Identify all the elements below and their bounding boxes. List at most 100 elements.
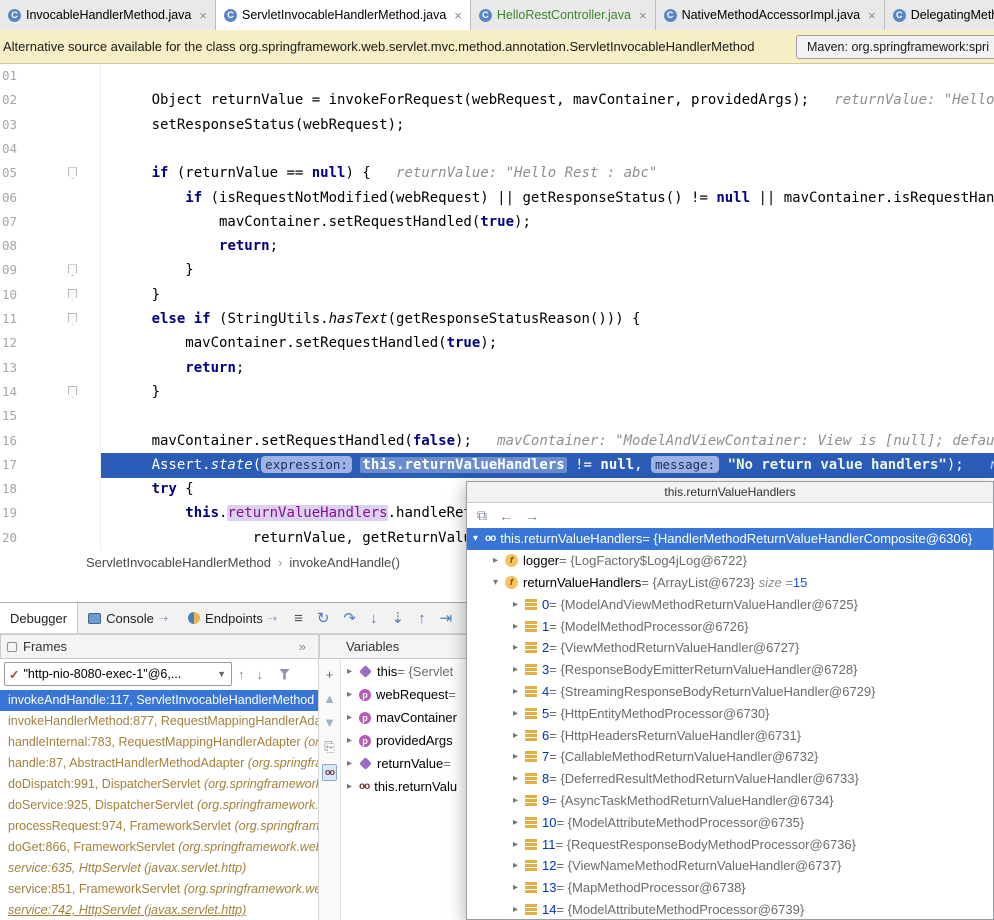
add-watch-icon[interactable]: + [326,668,334,681]
chevron-right-icon[interactable]: ▸ [513,686,525,697]
chevron-down-icon[interactable]: ▾ [493,577,505,588]
step-into-icon[interactable]: ↓ [370,611,378,626]
history-forward-icon[interactable]: → [525,508,539,524]
chevron-right-icon[interactable]: ▸ [513,795,525,806]
stack-frame-row[interactable]: doDispatch:991, DispatcherServlet (org.s… [0,774,319,795]
editor-tab[interactable]: CDelegatingMethodAccessorImpl.java× [885,0,994,30]
popup-tree-row[interactable]: ▸1 = {ModelMethodProcessor@6726} [467,615,993,637]
code-text[interactable]: mavContainer.setRequestHandled(false); m… [101,429,994,454]
stack-frame-row[interactable]: invokeAndHandle:117, ServletInvocableHan… [0,690,319,711]
code-text[interactable]: if (isRequestNotModified(webRequest) || … [101,186,994,211]
stack-frame-row[interactable]: doGet:866, FrameworkServlet (org.springf… [0,837,319,858]
chevron-right-icon[interactable]: ▸ [513,839,525,850]
step-over-icon[interactable]: ↷ [343,611,356,626]
debug-tab-debugger[interactable]: Debugger [0,603,78,633]
chevron-right-icon[interactable]: ▸ [347,758,359,769]
tab-close-icon[interactable]: × [454,8,462,23]
popup-tree-row[interactable]: ▸12 = {ViewNameMethodReturnValueHandler@… [467,855,993,877]
popup-tree-row[interactable]: ▸13 = {MapMethodProcessor@6738} [467,877,993,899]
popup-tree-row[interactable]: ▸6 = {HttpHeadersReturnValueHandler@6731… [467,724,993,746]
stack-frame-row[interactable]: handleInternal:783, RequestMappingHandle… [0,732,319,753]
tab-close-icon[interactable]: × [199,8,207,23]
code-text[interactable]: setResponseStatus(webRequest); [101,113,994,138]
frames-more-icon[interactable]: » [299,639,306,654]
code-text[interactable]: if (returnValue == null) { returnValue: … [101,161,994,186]
stack-frame-row[interactable]: service:851, FrameworkServlet (org.sprin… [0,879,319,900]
chevron-right-icon[interactable]: ▸ [347,712,359,723]
code-text[interactable]: return; [101,356,994,381]
popup-tree-row[interactable]: ▸flogger = {LogFactory$Log4jLog@6722} [467,550,993,572]
next-frame-icon[interactable]: ↓ [257,667,264,682]
chevron-right-icon[interactable]: ▸ [513,751,525,762]
popup-tree-row[interactable]: ▾oothis.returnValueHandlers = {HandlerMe… [467,528,993,550]
editor-tab[interactable]: CServletInvocableHandlerMethod.java× [216,0,471,30]
code-text[interactable]: return; [101,234,994,259]
popup-tree-row[interactable]: ▸8 = {DeferredResultMethodReturnValueHan… [467,768,993,790]
editor-tab[interactable]: CHelloRestController.java× [471,0,656,30]
bookmark-icon[interactable] [68,386,77,398]
editor-tab[interactable]: CInvocableHandlerMethod.java× [0,0,216,30]
popup-tree-row[interactable]: ▸2 = {ViewMethodReturnValueHandler@6727} [467,637,993,659]
copy-watch-icon[interactable]: ⎘ [324,740,334,753]
filter-frames-icon[interactable] [279,669,290,680]
chevron-right-icon[interactable]: ▸ [513,860,525,871]
breadcrumb-class[interactable]: ServletInvocableHandlerMethod [86,555,271,570]
chevron-right-icon[interactable]: ▸ [513,708,525,719]
chevron-right-icon[interactable]: ▸ [513,904,525,915]
run-to-cursor-icon[interactable]: ⇥ [440,611,453,626]
chevron-right-icon[interactable]: ▸ [513,882,525,893]
stack-frame-row[interactable]: doService:925, DispatcherServlet (org.sp… [0,795,319,816]
step-out-icon[interactable]: ↑ [418,611,426,626]
history-back-icon[interactable]: ← [499,508,513,524]
tab-close-icon[interactable]: × [639,8,647,23]
chevron-right-icon[interactable]: ▸ [347,781,359,792]
thread-dropdown[interactable]: ✓ "http-nio-8080-exec-1"@6,... ▼ [4,662,232,686]
rerun-icon[interactable]: ↻ [317,611,330,626]
previous-frame-icon[interactable]: ↑ [238,667,245,682]
stack-frame-row[interactable]: service:635, HttpServlet (javax.servlet.… [0,858,319,879]
chevron-right-icon[interactable]: ▸ [513,642,525,653]
popup-tree-row[interactable]: ▸11 = {RequestResponseBodyMethodProcesso… [467,833,993,855]
chevron-right-icon[interactable]: ▸ [347,689,359,700]
chevron-right-icon[interactable]: ▸ [493,555,505,566]
popup-tree-row[interactable]: ▸4 = {StreamingResponseBodyReturnValueHa… [467,681,993,703]
debug-tab-console[interactable]: Console⇢ [78,603,178,633]
code-text[interactable]: } [101,380,994,405]
popup-tree-row[interactable]: ▸3 = {ResponseBodyEmitterReturnValueHand… [467,659,993,681]
stack-frame-row[interactable]: handle:87, AbstractHandlerMethodAdapter … [0,753,319,774]
chevron-right-icon[interactable]: ▸ [347,735,359,746]
chevron-right-icon[interactable]: ▸ [513,773,525,784]
stack-frame-row[interactable]: invokeHandlerMethod:877, RequestMappingH… [0,711,319,732]
popup-tree-row[interactable]: ▸0 = {ModelAndViewMethodReturnValueHandl… [467,593,993,615]
tab-close-icon[interactable]: × [868,8,876,23]
banner-action-button[interactable]: Maven: org.springframework:spri [796,35,994,59]
popup-tree-row[interactable]: ▸14 = {ModelAttributeMethodProcessor@673… [467,899,993,919]
chevron-right-icon[interactable]: ▸ [513,621,525,632]
code-text[interactable] [101,137,994,162]
duplicate-node-icon[interactable]: ⧉ [477,507,487,524]
popup-tree-row[interactable]: ▾freturnValueHandlers = {ArrayList@6723}… [467,572,993,594]
bookmark-icon[interactable] [68,289,77,301]
popup-tree-row[interactable]: ▸5 = {HttpEntityMethodProcessor@6730} [467,702,993,724]
chevron-down-icon[interactable]: ▾ [473,533,485,544]
force-step-into-icon[interactable]: ⇣ [392,611,405,626]
code-text[interactable]: } [101,283,994,308]
popup-tree-row[interactable]: ▸7 = {CallableMethodReturnValueHandler@6… [467,746,993,768]
chevron-right-icon[interactable]: ▸ [513,599,525,610]
code-text[interactable]: mavContainer.setRequestHandled(true); [101,210,994,235]
stack-frame-row[interactable]: service:742, HttpServlet (javax.servlet.… [0,900,319,920]
code-text[interactable]: Assert.state(expression: this.returnValu… [101,453,994,478]
popup-tree-row[interactable]: ▸9 = {AsyncTaskMethodReturnValueHandler@… [467,790,993,812]
layout-settings-icon[interactable]: ≡ [294,611,303,626]
code-text[interactable] [101,64,994,89]
debug-tab-endpoints[interactable]: Endpoints⇢ [178,603,287,633]
breadcrumb-method[interactable]: invokeAndHandle() [289,555,400,570]
code-text[interactable] [101,404,994,429]
chevron-right-icon[interactable]: ▸ [513,817,525,828]
move-watch-up-icon[interactable]: ▲ [323,692,336,705]
move-watch-down-icon[interactable]: ▼ [323,716,336,729]
editor-tab[interactable]: CNativeMethodAccessorImpl.java× [656,0,885,30]
code-text[interactable]: } [101,258,994,283]
bookmark-icon[interactable] [68,167,77,179]
stack-frame-row[interactable]: processRequest:974, FrameworkServlet (or… [0,816,319,837]
